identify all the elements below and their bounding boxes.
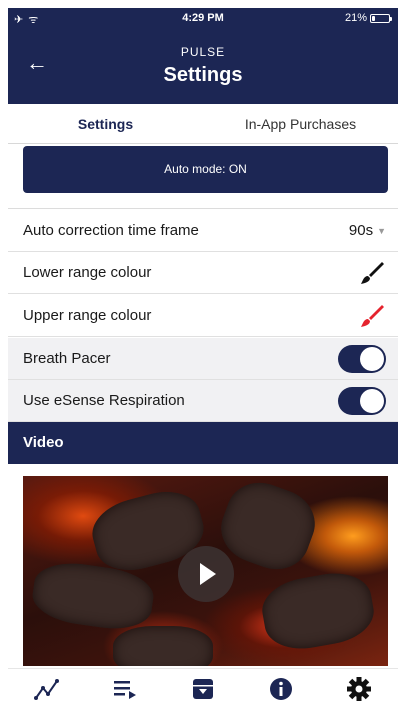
app-name: PULSE xyxy=(180,45,226,59)
auto-correction-label: Auto correction time frame xyxy=(23,222,199,239)
status-bar: ✈ ᯤ 4:29 PM 21% xyxy=(8,8,398,30)
video-section-header: Video xyxy=(8,422,398,464)
play-icon[interactable] xyxy=(178,546,234,602)
auto-correction-value: 90s xyxy=(348,222,374,239)
upper-range-colour-label: Upper range colour xyxy=(23,307,152,324)
tab-archive[interactable] xyxy=(164,669,242,708)
battery-icon xyxy=(370,13,392,23)
video-thumbnail xyxy=(257,566,379,656)
tab-bar-top: Settings In-App Purchases xyxy=(8,104,398,144)
video-thumbnail xyxy=(113,626,213,666)
status-time: 4:29 PM xyxy=(182,12,224,24)
breath-pacer-label: Breath Pacer xyxy=(23,350,111,367)
tab-settings[interactable]: Settings xyxy=(8,104,203,143)
lower-range-colour-row: Lower range colour xyxy=(8,252,398,294)
playlist-icon xyxy=(114,680,136,699)
battery-fill xyxy=(372,15,375,21)
tab-playlist[interactable] xyxy=(86,669,164,708)
battery-percent: 21% xyxy=(344,12,367,24)
page-title: Settings xyxy=(163,64,243,86)
video-player[interactable] xyxy=(23,476,388,666)
tab-chart[interactable] xyxy=(8,669,86,708)
auto-correction-row: Auto correction time frame 90s ▼ xyxy=(8,210,398,252)
breath-pacer-toggle[interactable] xyxy=(338,344,386,373)
tab-info[interactable] xyxy=(242,669,320,708)
app-header: ✈ ᯤ 4:29 PM 21% ← PULSE Settings xyxy=(8,8,398,104)
lower-range-colour-label: Lower range colour xyxy=(23,264,152,281)
auto-correction-dropdown[interactable]: 90s ▼ xyxy=(349,222,386,239)
esense-respiration-toggle[interactable] xyxy=(338,386,386,415)
breath-pacer-row: Breath Pacer xyxy=(8,338,398,380)
bottom-tab-bar xyxy=(8,668,398,708)
paint-brush-icon[interactable] xyxy=(358,302,386,330)
chart-line-icon xyxy=(34,678,59,700)
divider xyxy=(8,208,398,209)
battery-status: 21% xyxy=(344,12,392,24)
tab-settings-bottom[interactable] xyxy=(320,669,398,708)
toggle-knob xyxy=(360,346,384,371)
upper-range-colour-row: Upper range colour xyxy=(8,295,398,337)
gear-icon xyxy=(347,676,371,701)
auto-mode-button[interactable]: Auto mode: ON xyxy=(23,146,388,193)
esense-respiration-row: Use eSense Respiration xyxy=(8,380,398,422)
info-icon xyxy=(270,677,292,700)
tab-in-app-purchases[interactable]: In-App Purchases xyxy=(203,104,398,143)
esense-respiration-label: Use eSense Respiration xyxy=(23,392,185,409)
caret-down-icon: ▼ xyxy=(377,225,386,236)
paint-brush-icon[interactable] xyxy=(358,259,386,287)
archive-icon xyxy=(193,678,213,699)
toggle-knob xyxy=(360,388,384,413)
